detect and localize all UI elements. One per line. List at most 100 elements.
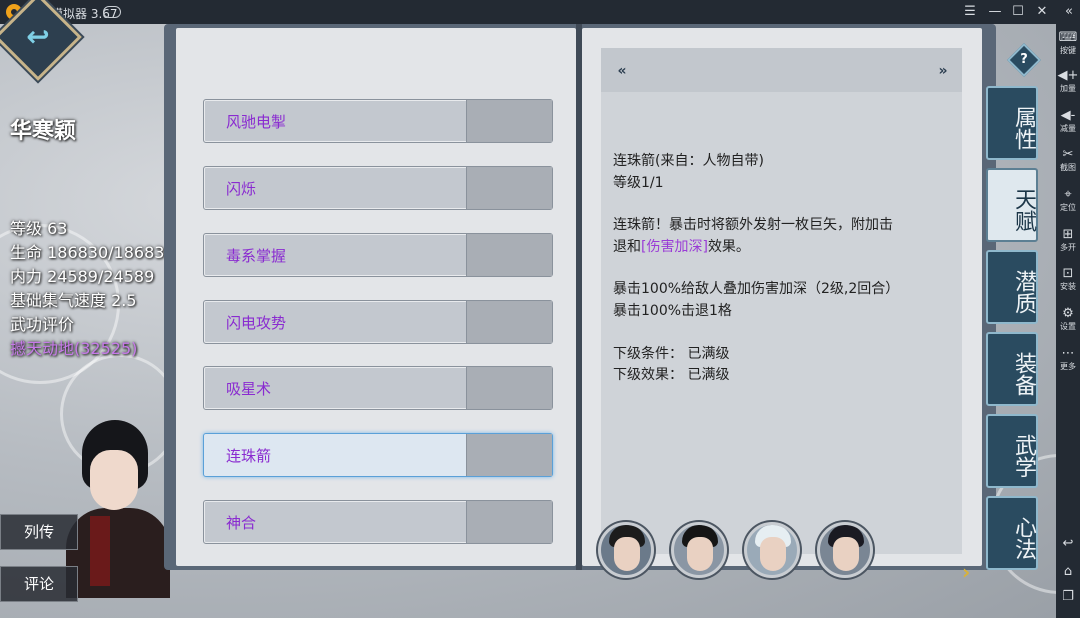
skill-name: 毒系掌握	[226, 247, 287, 265]
skill-detail-desc-line2: 退和[伤害加深]效果。	[613, 236, 750, 256]
skill-item[interactable]: 毒系掌握	[203, 233, 553, 277]
tab-attributes[interactable]: 属性	[986, 86, 1038, 160]
portrait-robe-accent	[90, 516, 110, 586]
portrait-face	[90, 450, 138, 510]
sidebar-label: 截图	[1060, 163, 1076, 172]
emulator-sidebar: ⌨ 按键 ◀+ 加量 ◀- 减量 ✂ 截图 ⌖ 定位 ⊞ 多开 ⊡ 安装 ⚙ 设…	[1056, 24, 1080, 618]
skill-detail-desc-line1: 连珠箭！暴击时将额外发射一枚巨矢，附加击	[613, 217, 893, 233]
sidebar-label: 安装	[1060, 282, 1076, 291]
tab-potential[interactable]: 潜质	[986, 250, 1038, 324]
book-spine	[576, 24, 582, 570]
martial-rating-value: 撼天动地(32525)	[10, 339, 138, 358]
character-name: 华寒颖	[10, 118, 77, 144]
companion-portrait[interactable]	[817, 522, 873, 578]
skill-item[interactable]: 闪烁	[203, 166, 553, 210]
keyboard-icon: ⌨	[1058, 30, 1078, 45]
skill-name: 吸星术	[226, 380, 272, 398]
sidebar-item-location[interactable]: ⌖ 定位	[1056, 187, 1080, 213]
skill-effect-2: 暴击100%击退1格	[613, 303, 732, 319]
skill-item[interactable]: 吸星术	[203, 366, 553, 410]
skill-effect-1: 暴击100%给敌人叠加伤害加深（2级,2回合）	[613, 281, 900, 297]
tab-martial-arts[interactable]: 武学	[986, 414, 1038, 488]
character-qi-speed: 基础集气速度 2.5	[10, 291, 137, 310]
character-mp: 内力 24589/24589	[10, 267, 155, 286]
detail-header-bar	[601, 48, 962, 92]
sidebar-item-settings[interactable]: ⚙ 设置	[1056, 306, 1080, 332]
sidebar-label: 定位	[1060, 203, 1076, 212]
skill-name: 连珠箭	[226, 447, 272, 465]
comment-button[interactable]: 评论	[0, 566, 78, 602]
companion-face	[614, 537, 640, 571]
companion-portrait[interactable]	[744, 522, 800, 578]
sidebar-item-install[interactable]: ⊡ 安装	[1056, 266, 1080, 292]
skill-slot	[466, 434, 552, 476]
volume-down-icon: ◀-	[1060, 108, 1076, 123]
companion-portrait[interactable]	[671, 522, 727, 578]
damage-deepen-highlight[interactable]: [伤害加深]	[641, 239, 708, 255]
sidebar-item-screenshot[interactable]: ✂ 截图	[1056, 147, 1080, 173]
tab-mental-method[interactable]: 心法	[986, 496, 1038, 570]
skill-item[interactable]: 风驰电掣	[203, 99, 553, 143]
companion-portrait[interactable]	[598, 522, 654, 578]
close-icon[interactable]: ✕	[1033, 3, 1051, 21]
sidebar-label: 设置	[1060, 322, 1076, 331]
back-icon[interactable]: ↩	[1056, 536, 1080, 551]
skill-name: 风驰电掣	[226, 113, 287, 131]
next-level-effect: 下级效果： 已满级	[613, 367, 730, 383]
sidebar-label: 按键	[1060, 46, 1076, 55]
sidebar-item-volume-up[interactable]: ◀+ 加量	[1056, 68, 1080, 94]
return-arrow-icon: ↩	[26, 20, 50, 53]
sidebar-item-more[interactable]: ⋯ 更多	[1056, 346, 1080, 372]
maximize-icon[interactable]: ☐	[1009, 3, 1027, 21]
companion-face	[760, 537, 786, 571]
sidebar-label: 多开	[1060, 243, 1076, 252]
scissors-icon: ✂	[1062, 147, 1074, 162]
companion-face	[687, 537, 713, 571]
character-level: 等级 63	[10, 219, 68, 238]
help-icon: ?	[1020, 52, 1028, 67]
next-level-condition: 下级条件： 已满级	[613, 346, 730, 362]
skill-item-selected[interactable]: 连珠箭	[203, 433, 553, 477]
menu-icon[interactable]: ☰	[961, 3, 979, 21]
martial-rating-label: 武功评价	[10, 315, 75, 334]
skill-detail-title: 连珠箭(来自：人物自带)	[613, 153, 764, 169]
skill-slot	[466, 301, 552, 343]
character-hp: 生命 186830/186830	[10, 243, 175, 262]
volume-up-icon: ◀+	[1057, 68, 1079, 83]
multi-instance-icon: ⊞	[1062, 227, 1074, 242]
gamepad-icon[interactable]	[103, 6, 121, 18]
double-chevron-left-icon[interactable]: «	[1060, 3, 1078, 21]
minimize-icon[interactable]: —	[986, 3, 1004, 21]
skill-name: 闪烁	[226, 180, 257, 198]
next-page-arrow-icon[interactable]: ›	[962, 560, 970, 584]
sidebar-item-keymap[interactable]: ⌨ 按键	[1056, 30, 1080, 56]
next-arrow-icon[interactable]: »	[935, 63, 951, 79]
desc-text: 效果。	[707, 239, 750, 255]
settings-icon: ⚙	[1062, 306, 1074, 321]
sidebar-item-volume-down[interactable]: ◀- 减量	[1056, 108, 1080, 134]
companion-face	[833, 537, 859, 571]
more-icon: ⋯	[1061, 346, 1075, 361]
skill-slot	[466, 234, 552, 276]
sidebar-label: 减量	[1060, 124, 1076, 133]
location-icon: ⌖	[1064, 187, 1072, 202]
skill-slot	[466, 501, 552, 543]
skill-name: 闪电攻势	[226, 314, 287, 332]
skill-item[interactable]: 闪电攻势	[203, 300, 553, 344]
tab-talent[interactable]: 天赋	[986, 168, 1038, 242]
recent-apps-icon[interactable]: ❐	[1056, 589, 1080, 604]
tab-equipment[interactable]: 装备	[986, 332, 1038, 406]
emulator-title-bar: 雷电模拟器 3.67 ☰ — ☐ ✕ «	[0, 0, 1080, 24]
skill-item[interactable]: 神合	[203, 500, 553, 544]
sidebar-label: 加量	[1060, 84, 1076, 93]
skill-slot	[466, 167, 552, 209]
skill-slot	[466, 100, 552, 142]
home-icon[interactable]: ⌂	[1056, 564, 1080, 579]
skill-slot	[466, 367, 552, 409]
biography-button[interactable]: 列传	[0, 514, 78, 550]
sidebar-item-multi-instance[interactable]: ⊞ 多开	[1056, 227, 1080, 253]
skill-name: 神合	[226, 514, 257, 532]
sidebar-label: 更多	[1060, 362, 1076, 371]
prev-arrow-icon[interactable]: «	[614, 63, 630, 79]
skill-detail-level: 等级1/1	[613, 175, 664, 191]
